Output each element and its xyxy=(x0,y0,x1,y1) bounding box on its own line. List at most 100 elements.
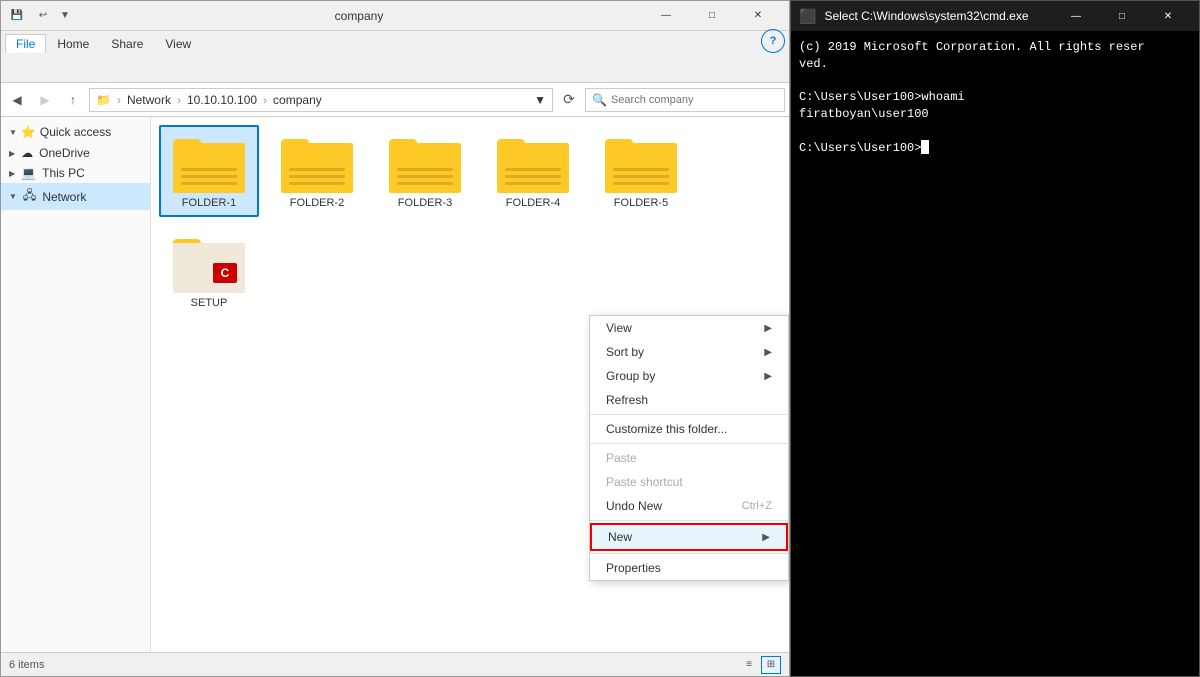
cmd-prompt: C:\Users\User100> xyxy=(799,140,1191,157)
cmd-minimize-button[interactable]: — xyxy=(1053,1,1099,31)
chevron-right-icon: ▶ xyxy=(764,323,772,334)
ctx-undo-new[interactable]: Undo New Ctrl+Z xyxy=(590,494,788,518)
sidebar-item-thispc[interactable]: ▶ 💻 This PC xyxy=(1,163,150,183)
ctx-sort-label: Sort by xyxy=(606,345,644,359)
tab-share[interactable]: Share xyxy=(100,34,154,53)
cmd-close-button[interactable]: ✕ xyxy=(1145,1,1191,31)
path-company[interactable]: company xyxy=(273,93,322,107)
item-count: 6 items xyxy=(9,659,44,671)
onedrive-icon: ☁ xyxy=(21,146,33,160)
chevron-right-icon: ▶ xyxy=(9,149,15,158)
ctx-paste-label: Paste xyxy=(606,451,637,465)
file-name: SETUP xyxy=(191,297,228,309)
list-item[interactable]: FOLDER-2 xyxy=(267,125,367,217)
back-button[interactable]: ◀ xyxy=(5,88,29,112)
file-name: FOLDER-1 xyxy=(182,197,236,209)
cmd-line-5: firatboyan\user100 xyxy=(799,106,1191,123)
list-item[interactable]: FOLDER-4 xyxy=(483,125,583,217)
ctx-sort-by[interactable]: Sort by ▶ xyxy=(590,340,788,364)
folder-icon xyxy=(389,133,461,193)
ctx-customize-label: Customize this folder... xyxy=(606,422,727,436)
cmd-title: Select C:\Windows\system32\cmd.exe xyxy=(824,9,1045,23)
up-button[interactable]: ↑ xyxy=(61,88,85,112)
cmd-line-3 xyxy=(799,73,1191,90)
window-controls: — □ ✕ xyxy=(643,1,781,31)
ctx-properties[interactable]: Properties xyxy=(590,556,788,580)
maximize-button[interactable]: □ xyxy=(689,1,735,31)
title-bar-icons: 💾 xyxy=(9,8,25,24)
ribbon: File Home Share View ? xyxy=(1,31,789,83)
minimize-button[interactable]: — xyxy=(643,1,689,31)
window-title: company xyxy=(75,9,643,23)
cmd-prompt-text: C:\Users\User100> xyxy=(799,140,921,157)
title-bar: 💾 ↩ ▼ company — □ ✕ xyxy=(1,1,789,31)
tab-file[interactable]: File xyxy=(5,34,46,53)
view-toggles: ≡ ⊞ xyxy=(739,656,781,674)
large-icons-view-button[interactable]: ⊞ xyxy=(761,656,781,674)
list-item[interactable]: FOLDER-5 xyxy=(591,125,691,217)
file-explorer-window: 💾 ↩ ▼ company — □ ✕ File Home Share View… xyxy=(0,0,790,677)
sidebar-item-network[interactable]: ▼ 🖧 Network xyxy=(1,183,150,210)
cursor xyxy=(921,140,929,154)
help-button[interactable]: ? xyxy=(761,29,785,53)
path-icon: 📁 xyxy=(96,93,111,107)
properties-button[interactable]: ▼ xyxy=(55,6,75,26)
forward-button[interactable]: ▶ xyxy=(33,88,57,112)
ctx-undo-shortcut: Ctrl+Z xyxy=(742,500,772,512)
address-path[interactable]: 📁 › Network › 10.10.10.100 › company ▼ xyxy=(89,88,553,112)
ctx-customize[interactable]: Customize this folder... xyxy=(590,417,788,441)
cmd-window: ⬛ Select C:\Windows\system32\cmd.exe — □… xyxy=(790,0,1200,677)
folder-icon xyxy=(497,133,569,193)
path-sep-3: › xyxy=(263,93,267,107)
sidebar-item-onedrive[interactable]: ▶ ☁ OneDrive xyxy=(1,143,150,163)
sidebar-item-label: This PC xyxy=(42,166,85,180)
ctx-undo-label: Undo New xyxy=(606,499,662,513)
chevron-down-icon: ▼ xyxy=(9,128,17,137)
ctx-separator-3 xyxy=(590,520,788,521)
cmd-icon: ⬛ xyxy=(799,8,816,25)
tab-view[interactable]: View xyxy=(154,34,202,53)
ctx-paste: Paste xyxy=(590,446,788,470)
ctx-separator-1 xyxy=(590,414,788,415)
folder-icon xyxy=(605,133,677,193)
chevron-down-icon: ▼ xyxy=(9,192,17,201)
undo-button[interactable]: ↩ xyxy=(33,6,53,26)
file-name: FOLDER-2 xyxy=(290,197,344,209)
folder-icon xyxy=(281,133,353,193)
ctx-group-label: Group by xyxy=(606,369,655,383)
ctx-new-label: New xyxy=(608,530,632,544)
setup-icon: C xyxy=(173,233,245,293)
sidebar: ▼ ⭐ Quick access ▶ ☁ OneDrive ▶ 💻 This P… xyxy=(1,117,151,652)
cmd-maximize-button[interactable]: □ xyxy=(1099,1,1145,31)
ctx-separator-4 xyxy=(590,553,788,554)
chevron-right-icon: ▶ xyxy=(764,371,772,382)
cmd-controls: — □ ✕ xyxy=(1053,1,1191,31)
ctx-group-by[interactable]: Group by ▶ xyxy=(590,364,788,388)
path-network[interactable]: Network xyxy=(127,93,171,107)
list-item[interactable]: FOLDER-1 xyxy=(159,125,259,217)
cmd-line-6 xyxy=(799,123,1191,140)
list-item[interactable]: FOLDER-3 xyxy=(375,125,475,217)
path-ip[interactable]: 10.10.10.100 xyxy=(187,93,257,107)
file-name: FOLDER-4 xyxy=(506,197,560,209)
sidebar-item-quick-access[interactable]: ▼ ⭐ Quick access xyxy=(1,121,150,143)
tab-home[interactable]: Home xyxy=(46,34,100,53)
search-input[interactable] xyxy=(611,94,778,106)
list-item[interactable]: C SETUP xyxy=(159,225,259,317)
close-button[interactable]: ✕ xyxy=(735,1,781,31)
ctx-properties-label: Properties xyxy=(606,561,661,575)
ctx-paste-shortcut-label: Paste shortcut xyxy=(606,475,683,489)
ctx-new[interactable]: New ▶ xyxy=(590,523,788,551)
ctx-separator-2 xyxy=(590,443,788,444)
file-area[interactable]: FOLDER-1 FOLDER-2 xyxy=(151,117,789,652)
ctx-refresh[interactable]: Refresh xyxy=(590,388,788,412)
file-name: FOLDER-3 xyxy=(398,197,452,209)
cmd-title-bar: ⬛ Select C:\Windows\system32\cmd.exe — □… xyxy=(791,1,1199,31)
context-menu: View ▶ Sort by ▶ Group by ▶ Refresh Cust… xyxy=(589,315,789,581)
status-bar: 6 items ≡ ⊞ xyxy=(1,652,789,676)
folder-icon xyxy=(173,133,245,193)
details-view-button[interactable]: ≡ xyxy=(739,656,759,674)
refresh-button[interactable]: ⟳ xyxy=(557,88,581,112)
search-box[interactable]: 🔍 xyxy=(585,88,785,112)
ctx-view[interactable]: View ▶ xyxy=(590,316,788,340)
